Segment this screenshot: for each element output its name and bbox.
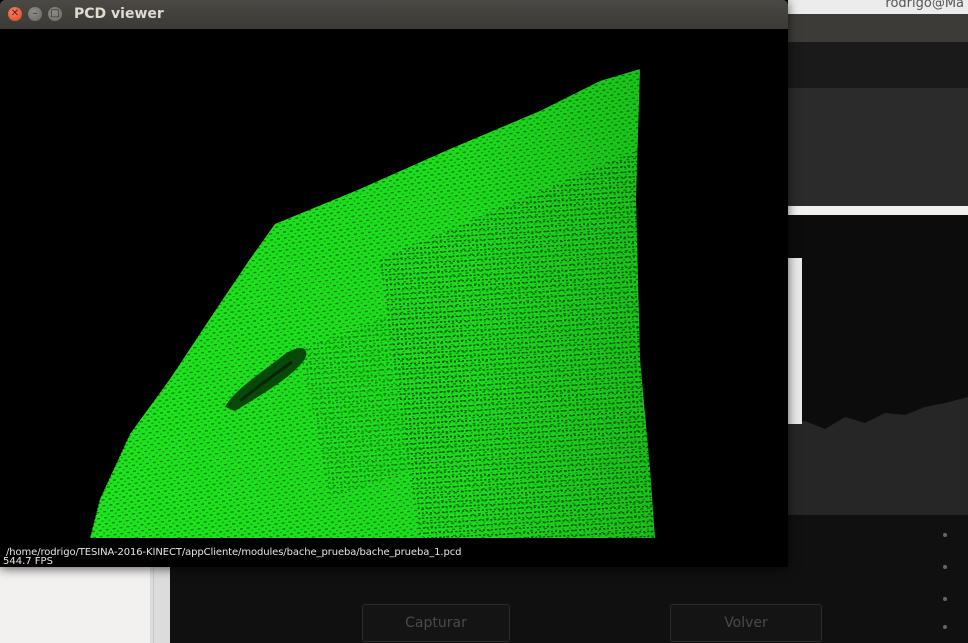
fps-counter: 544.7 FPS [3, 556, 53, 567]
point-cloud-render [90, 69, 655, 538]
terrain-silhouette [785, 397, 968, 515]
background-divider [153, 565, 154, 643]
pcd-titlebar[interactable]: ✕ – □ PCD viewer [0, 0, 788, 29]
capturar-button[interactable]: Capturar [362, 604, 510, 642]
maximize-icon[interactable]: □ [48, 7, 62, 21]
window-title: PCD viewer [74, 6, 164, 22]
file-path-label: /home/rodrigo/TESINA-2016-KINECT/appClie… [6, 547, 462, 558]
background-depth-view [785, 215, 968, 515]
slider-dot [943, 565, 947, 569]
background-preview-panel [785, 88, 968, 206]
close-icon[interactable]: ✕ [8, 7, 22, 21]
volver-button[interactable]: Volver [670, 604, 822, 642]
slider-dot [943, 625, 947, 629]
slider-dot [943, 597, 947, 601]
background-window-title: rodrigo@Ma [885, 0, 964, 11]
pcd-viewer-window[interactable]: ✕ – □ PCD viewer /home/rodrigo/TESINA-20… [0, 0, 788, 567]
slider-dot [943, 533, 947, 537]
minimize-icon[interactable]: – [28, 7, 42, 21]
point-cloud-viewport[interactable]: /home/rodrigo/TESINA-2016-KINECT/appClie… [0, 29, 788, 567]
background-slider[interactable] [940, 525, 950, 635]
